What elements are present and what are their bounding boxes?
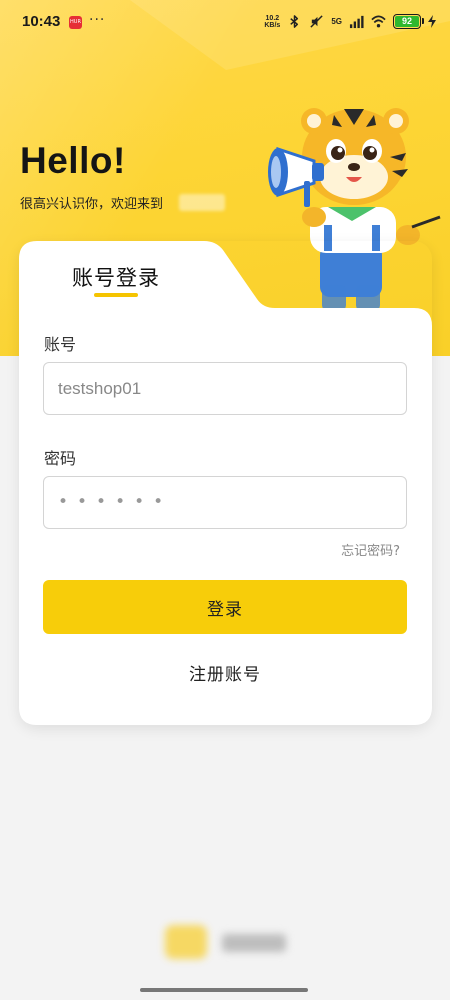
net-speed: 10.2 KB/s: [264, 15, 280, 29]
tab-account-login[interactable]: 账号登录: [72, 262, 160, 292]
net-speed-value: 10.2: [265, 14, 280, 22]
forgot-password-link[interactable]: 忘记密码?: [341, 540, 400, 559]
register-account-link[interactable]: 注册账号: [0, 660, 450, 685]
status-bar: 10:43 HUR ··· 10.2 KB/s 5G 92: [0, 0, 450, 44]
blurred-footer-logo: [165, 925, 207, 959]
battery-level: 92: [395, 16, 419, 27]
battery-tip: [422, 18, 424, 24]
signal-icon: [349, 15, 364, 29]
status-icons: 10.2 KB/s 5G 92: [264, 14, 436, 29]
mute-icon: [310, 15, 323, 28]
status-time: 10:43: [22, 13, 61, 30]
tab-active-indicator: [94, 293, 138, 297]
greeting-subtitle: 很高兴认识你，欢迎来到: [20, 197, 164, 212]
greeting-title: Hello!: [20, 140, 126, 181]
bluetooth-icon: [290, 15, 299, 28]
charging-icon: [428, 15, 436, 28]
notification-app-icon: HUR: [69, 16, 82, 29]
battery-icon: 92: [393, 14, 424, 29]
more-notifications-icon: ···: [89, 12, 106, 28]
blurred-footer-text: [222, 934, 286, 952]
password-label: 密码: [44, 449, 77, 468]
login-button[interactable]: 登录: [43, 580, 407, 634]
blurred-app-name: [179, 194, 225, 211]
wifi-icon: [371, 15, 386, 28]
account-label: 账号: [44, 335, 77, 354]
net-speed-unit: KB/s: [264, 21, 281, 29]
password-input[interactable]: ••••••: [43, 476, 407, 529]
account-input[interactable]: [43, 362, 407, 415]
home-indicator[interactable]: [140, 988, 308, 992]
network-type: 5G: [331, 17, 342, 26]
